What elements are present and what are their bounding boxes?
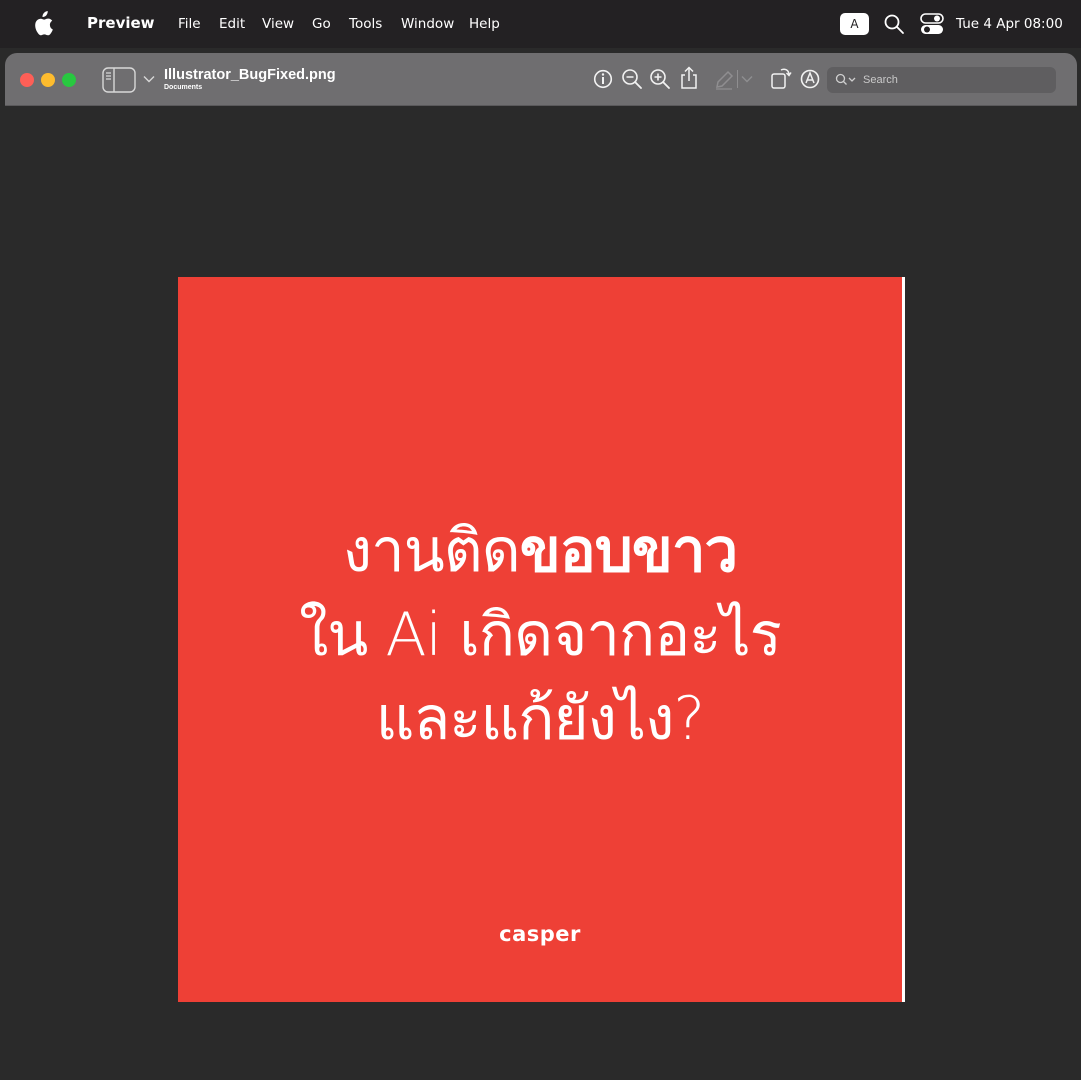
search-field[interactable]	[827, 67, 1056, 93]
window-zoom-button[interactable]	[62, 73, 76, 87]
zoom-in-icon[interactable]	[649, 68, 671, 90]
white-border-edge	[902, 277, 905, 1002]
menu-file[interactable]: File	[178, 16, 201, 32]
headline-line-2: ใน Ai เกิดจากอะไร	[299, 600, 782, 670]
menu-view[interactable]: View	[262, 16, 294, 32]
window-toolbar: Illustrator_BugFixed.png Documents	[5, 53, 1077, 106]
search-icon	[835, 73, 856, 85]
headline-line-1: งานติดขอบขาว	[178, 509, 902, 593]
input-source-badge[interactable]: A	[840, 13, 869, 35]
markup-pen-icon[interactable]	[714, 68, 734, 90]
document-title[interactable]: Illustrator_BugFixed.png	[164, 67, 336, 83]
chevron-down-icon[interactable]	[143, 75, 155, 83]
toolbar-divider	[737, 70, 738, 88]
menu-tools[interactable]: Tools	[349, 16, 382, 32]
menu-go[interactable]: Go	[312, 16, 331, 32]
document-canvas[interactable]: งานติดขอบขาว ใน Ai เกิดจากอะไร และแก้ยัง…	[5, 106, 1077, 1080]
rotate-icon[interactable]	[770, 66, 792, 90]
menu-bar: Preview File Edit View Go Tools Window H…	[0, 0, 1081, 48]
control-center-icon[interactable]	[920, 13, 944, 35]
app-name-menu[interactable]: Preview	[87, 14, 155, 32]
window-minimize-button[interactable]	[41, 73, 55, 87]
headline-line-1-light: งานติด	[342, 516, 521, 586]
annotate-icon[interactable]	[799, 68, 821, 90]
document-image: งานติดขอบขาว ใน Ai เกิดจากอะไร และแก้ยัง…	[178, 277, 902, 1002]
zoom-out-icon[interactable]	[621, 68, 643, 90]
sidebar-toggle-icon[interactable]	[102, 67, 136, 93]
headline-line-3: และแก้ยังไง?	[375, 684, 705, 754]
markup-chevron-down-icon[interactable]	[741, 75, 753, 83]
brand-logo: casper	[499, 922, 581, 946]
headline-line-1-bold: ขอบขาว	[519, 516, 739, 586]
document-headline: งานติดขอบขาว ใน Ai เกิดจากอะไร และแก้ยัง…	[178, 509, 902, 761]
menu-bar-clock[interactable]: Tue 4 Apr 08:00	[956, 16, 1063, 32]
menu-edit[interactable]: Edit	[219, 16, 245, 32]
apple-icon[interactable]	[30, 11, 54, 37]
document-location[interactable]: Documents	[164, 84, 202, 91]
share-icon[interactable]	[679, 66, 699, 90]
search-input[interactable]	[861, 71, 1046, 89]
spotlight-search-icon[interactable]	[883, 13, 905, 35]
preview-window: Illustrator_BugFixed.png Documents Searc…	[5, 53, 1077, 1080]
menu-help[interactable]: Help	[469, 16, 500, 32]
window-close-button[interactable]	[20, 73, 34, 87]
info-icon[interactable]	[593, 68, 613, 90]
menu-window[interactable]: Window	[401, 16, 454, 32]
